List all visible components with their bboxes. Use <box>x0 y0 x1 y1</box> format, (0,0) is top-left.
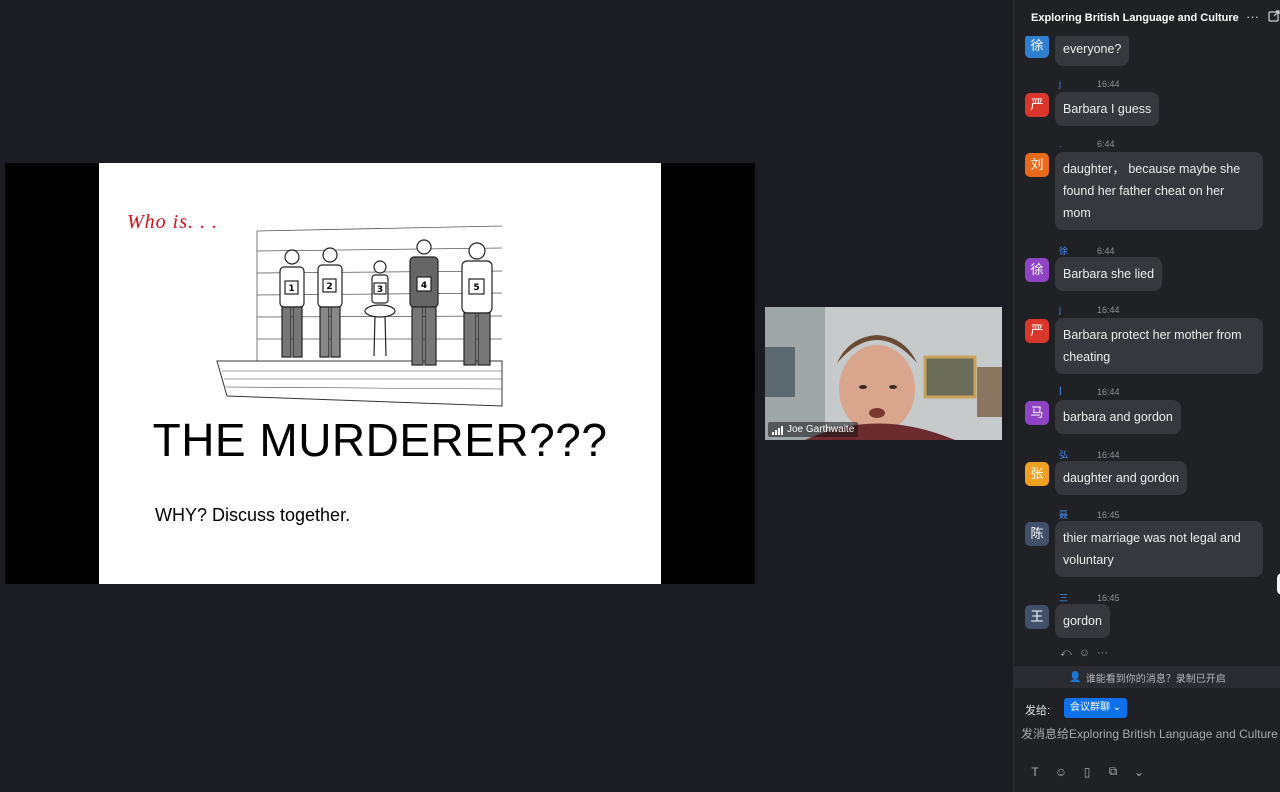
message-meta: 三 16:45 <box>1059 591 1120 604</box>
sender-name[interactable]: j <box>1059 305 1097 315</box>
avatar[interactable]: 徐 <box>1025 258 1049 282</box>
message-bubble: Barbara I guess <box>1055 92 1160 126</box>
chat-message-list[interactable]: 徐 everyone? j 16:44 严 Barbara I guess . 6:… <box>1014 0 1280 664</box>
chat-panel: 徐 everyone? j 16:44 严 Barbara I guess . 6:… <box>1013 0 1280 792</box>
participant-video-image <box>765 307 1002 440</box>
message-time: 16:44 <box>1097 305 1120 315</box>
shared-screen: Who is. . . 1 2 3 4 5 THE MURDERER??? WH… <box>5 163 755 584</box>
text-format-icon[interactable]: T <box>1028 765 1042 779</box>
message-visibility-notice[interactable]: 👤 谁能看到你的消息？录制已开启 <box>1014 666 1280 688</box>
slide-title: THE MURDERER??? <box>152 414 608 466</box>
popout-icon[interactable] <box>1268 10 1280 22</box>
message-meta: 聂 16:45 <box>1059 508 1120 521</box>
chevron-down-icon: ⌄ <box>1112 702 1122 713</box>
message-meta: j 16:44 <box>1059 305 1120 315</box>
participant-video-tile[interactable]: Joe Garthwaite <box>765 307 1002 440</box>
send-to-label: 发给: <box>1025 705 1051 717</box>
avatar[interactable]: 严 <box>1025 319 1049 343</box>
lineup-cartoon-image: 1 2 3 4 5 <box>216 225 503 407</box>
send-to-value: 会议群聊 <box>1070 702 1110 713</box>
message-bubble: daughter and gordon <box>1055 461 1188 495</box>
participant-name-label: Joe Garthwaite <box>768 422 859 437</box>
avatar[interactable]: 徐 <box>1025 34 1049 58</box>
svg-text:1: 1 <box>288 284 294 294</box>
message-bubble: Barbara she lied <box>1055 257 1163 291</box>
connection-signal-icon <box>772 425 783 435</box>
message-bubble: barbara and gordon <box>1055 400 1181 434</box>
message-time: 16:45 <box>1097 593 1120 603</box>
avatar[interactable]: 严 <box>1025 93 1049 117</box>
sender-name[interactable]: 聂 <box>1059 508 1097 521</box>
message-bubble: gordon <box>1055 604 1110 638</box>
message-time: 16:44 <box>1097 450 1120 460</box>
message-time: 6:44 <box>1097 139 1115 149</box>
more-options-icon[interactable]: ··· <box>1246 9 1259 24</box>
more-actions-icon[interactable]: ··· <box>1097 647 1108 660</box>
svg-text:2: 2 <box>326 282 332 292</box>
svg-text:4: 4 <box>421 281 427 291</box>
message-bubble: thier marriage was not legal and volunta… <box>1055 521 1263 577</box>
sender-name[interactable]: 三 <box>1059 591 1097 604</box>
message-time: 6:44 <box>1097 246 1115 256</box>
slide-subtitle: WHY? Discuss together. <box>155 505 351 525</box>
svg-text:3: 3 <box>377 285 383 295</box>
message-meta: 弘 16:44 <box>1059 448 1120 461</box>
message-bubble: everyone? <box>1055 32 1130 66</box>
avatar[interactable]: 陈 <box>1025 522 1049 546</box>
chat-title: Exploring British Language and Culture <box>1031 12 1239 24</box>
presentation-slide: Who is. . . 1 2 3 4 5 THE MURDERER??? WH… <box>99 163 661 584</box>
message-time: 16:44 <box>1097 387 1120 397</box>
sender-name[interactable]: 徐 <box>1059 244 1097 257</box>
file-icon[interactable]: ▯ <box>1080 765 1094 779</box>
participant-name: Joe Garthwaite <box>787 424 855 435</box>
message-time: 16:45 <box>1097 510 1120 520</box>
chevron-down-icon[interactable]: ⌄ <box>1132 765 1146 779</box>
emoji-icon[interactable]: ☺ <box>1054 765 1068 779</box>
sender-name[interactable]: 弘 <box>1059 448 1097 461</box>
notice-text: 谁能看到你的消息？录制已开启 <box>1085 673 1226 685</box>
sender-name[interactable]: . <box>1059 139 1097 149</box>
message-bubble: daughter， because maybe she found her fa… <box>1055 152 1263 230</box>
message-input[interactable] <box>1021 724 1280 744</box>
person-icon: 👤 <box>1069 671 1082 683</box>
message-meta: 徐 6:44 <box>1059 244 1115 257</box>
screenshot-icon[interactable]: ⧉ <box>1106 764 1120 779</box>
message-meta: ꟾ 16:44 <box>1059 387 1120 398</box>
message-meta: j 16:44 <box>1059 79 1120 89</box>
message-composer: 发给: 会议群聊 ⌄ T ☺ ▯ ⧉ ⌄ <box>1014 688 1280 792</box>
message-actions: ⤺ ☺ ··· <box>1060 647 1108 660</box>
chat-header: Exploring British Language and Culture ·… <box>1014 0 1280 36</box>
sender-name[interactable]: j <box>1059 79 1097 89</box>
sender-name[interactable]: ꟾ <box>1059 387 1097 398</box>
message-meta: . 6:44 <box>1059 139 1115 149</box>
svg-text:5: 5 <box>473 283 479 293</box>
avatar[interactable]: 张 <box>1025 462 1049 486</box>
avatar[interactable]: 刘 <box>1025 153 1049 177</box>
avatar[interactable]: 马 <box>1025 401 1049 425</box>
slide-who-is-text: Who is. . . <box>127 211 218 233</box>
composer-toolbar: T ☺ ▯ ⧉ ⌄ <box>1028 764 1146 779</box>
send-to-dropdown[interactable]: 会议群聊 ⌄ <box>1064 698 1128 718</box>
message-bubble: Barbara protect her mother from cheating <box>1055 318 1263 374</box>
message-time: 16:44 <box>1097 79 1120 89</box>
add-reaction-icon[interactable]: ☺ <box>1079 647 1090 660</box>
reply-icon[interactable]: ⤺ <box>1060 647 1072 660</box>
avatar[interactable]: 王 <box>1025 605 1049 629</box>
